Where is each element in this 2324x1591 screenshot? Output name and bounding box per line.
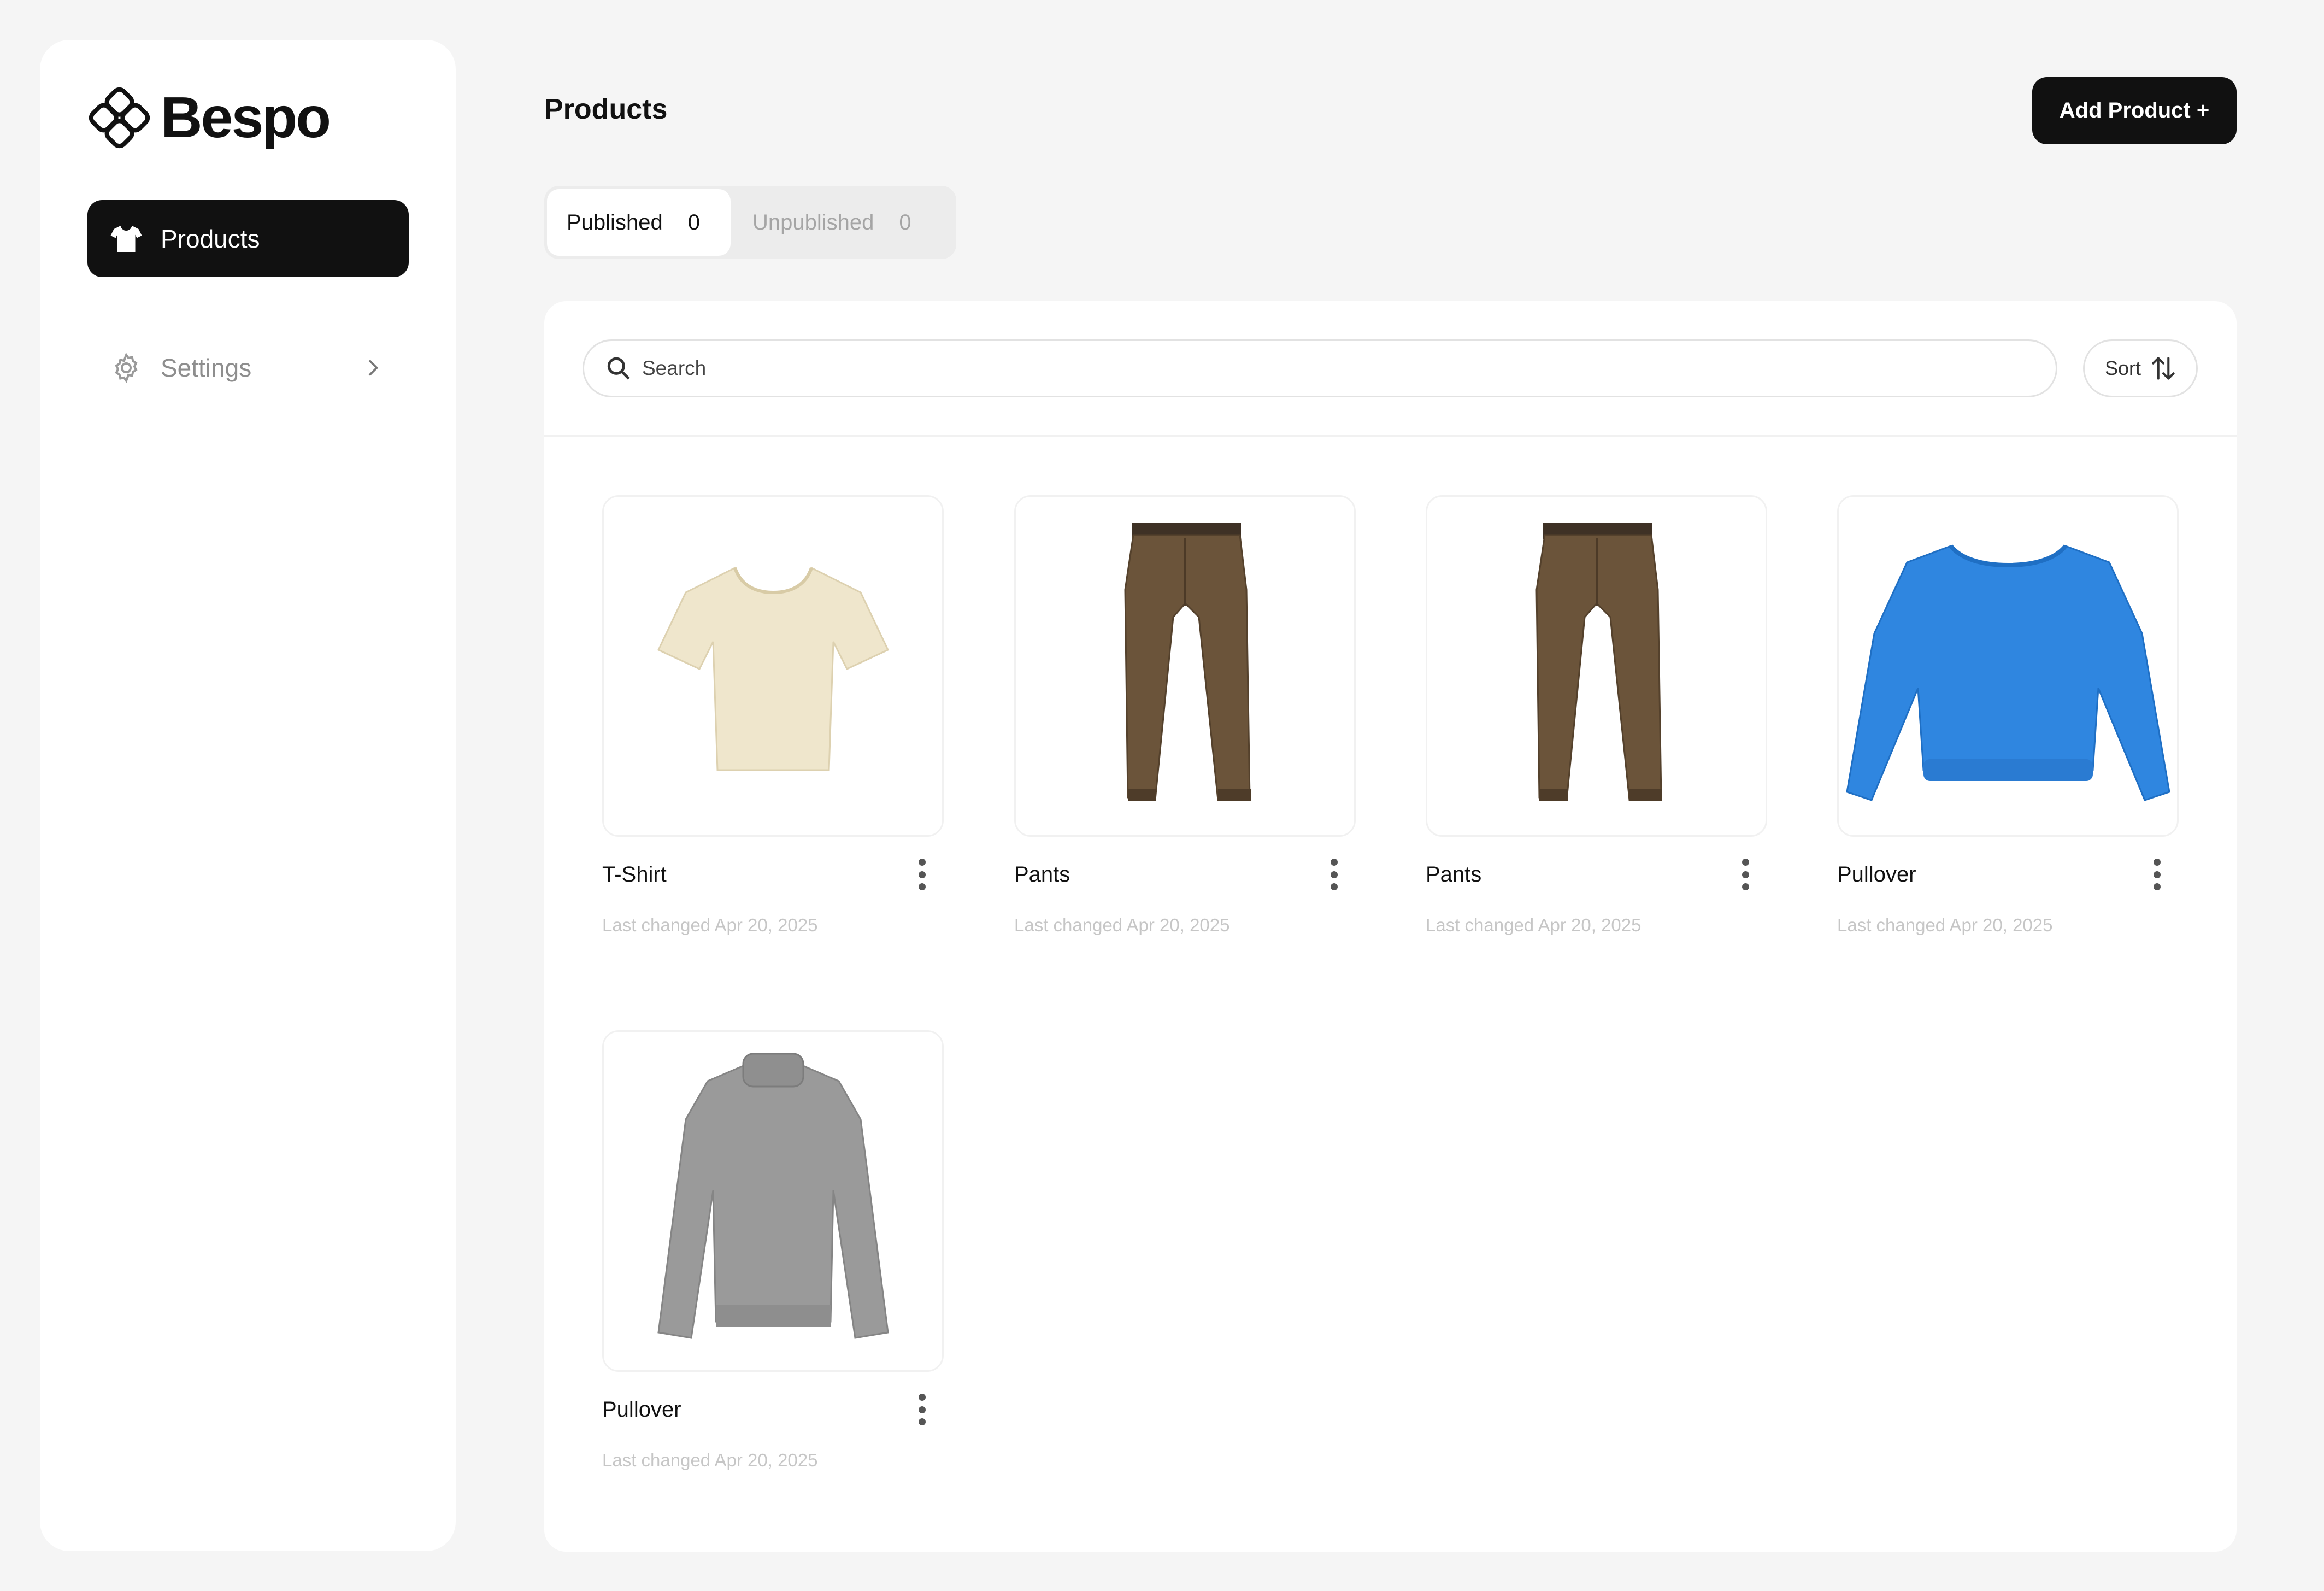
product-card[interactable]: Pullover Last changed Apr 20, 2025 <box>602 1030 944 1470</box>
tshirt-image <box>657 566 889 771</box>
pants-image <box>1123 522 1251 801</box>
page-title: Products <box>544 93 668 125</box>
tab-unpublished[interactable]: Unpublished 0 <box>733 189 954 256</box>
bespo-logo-icon <box>89 87 150 149</box>
products-panel: Sort T-Shirt Last changed Apr 20, 2025 <box>544 301 2237 1552</box>
sidebar-item-settings[interactable]: Settings <box>87 340 409 395</box>
product-name[interactable]: Pants <box>1426 862 1481 887</box>
last-changed: Last changed Apr 20, 2025 <box>1837 915 2053 935</box>
product-image[interactable] <box>602 1030 944 1372</box>
tab-count: 0 <box>899 210 911 234</box>
tab-label: Unpublished <box>752 210 874 234</box>
sidebar-item-label: Products <box>161 224 260 253</box>
more-options-icon[interactable] <box>1739 859 1752 890</box>
more-options-icon[interactable] <box>915 859 928 890</box>
search-input[interactable] <box>642 357 2008 380</box>
more-options-icon[interactable] <box>2150 859 2163 890</box>
tshirt-icon <box>108 221 144 257</box>
sweatshirt-image <box>1845 544 2170 801</box>
product-card[interactable]: Pullover Last changed Apr 20, 2025 <box>1837 495 2179 935</box>
product-card[interactable]: Pants Last changed Apr 20, 2025 <box>1426 495 1767 935</box>
brand-name: Bespo <box>161 85 331 150</box>
product-name[interactable]: Pants <box>1014 862 1070 887</box>
last-changed: Last changed Apr 20, 2025 <box>1426 915 1641 935</box>
product-card[interactable]: T-Shirt Last changed Apr 20, 2025 <box>602 495 944 935</box>
sidebar: Bespo Products Settings <box>40 40 456 1551</box>
sort-label: Sort <box>2104 357 2141 379</box>
divider <box>544 435 2237 437</box>
last-changed: Last changed Apr 20, 2025 <box>602 1450 818 1470</box>
product-image[interactable] <box>1014 495 1356 837</box>
tab-published[interactable]: Published 0 <box>547 189 731 256</box>
add-product-button[interactable]: Add Product + <box>2032 77 2237 144</box>
chevron-right-icon <box>368 360 379 376</box>
pants-image <box>1535 522 1662 801</box>
product-image[interactable] <box>1837 495 2179 837</box>
brand-logo[interactable]: Bespo <box>88 85 331 151</box>
tab-count: 0 <box>687 210 700 234</box>
search-icon <box>607 357 630 380</box>
last-changed: Last changed Apr 20, 2025 <box>602 915 818 935</box>
product-name[interactable]: T-Shirt <box>602 862 667 887</box>
sidebar-item-label: Settings <box>161 354 252 382</box>
last-changed: Last changed Apr 20, 2025 <box>1014 915 1230 935</box>
sweater-image <box>657 1053 889 1339</box>
search-bar[interactable] <box>583 339 2057 397</box>
status-tabs: Published 0 Unpublished 0 <box>544 186 956 259</box>
product-card[interactable]: Pants Last changed Apr 20, 2025 <box>1014 495 1356 935</box>
sort-button[interactable]: Sort <box>2083 339 2198 397</box>
more-options-icon[interactable] <box>1327 859 1340 890</box>
sidebar-item-products[interactable]: Products <box>87 200 409 277</box>
product-image[interactable] <box>602 495 944 837</box>
product-name[interactable]: Pullover <box>1837 862 1916 887</box>
gear-icon <box>108 350 144 386</box>
more-options-icon[interactable] <box>915 1394 928 1425</box>
tab-label: Published <box>567 210 663 234</box>
sort-arrows-icon <box>2152 357 2175 380</box>
product-name[interactable]: Pullover <box>602 1398 681 1422</box>
product-image[interactable] <box>1426 495 1767 837</box>
